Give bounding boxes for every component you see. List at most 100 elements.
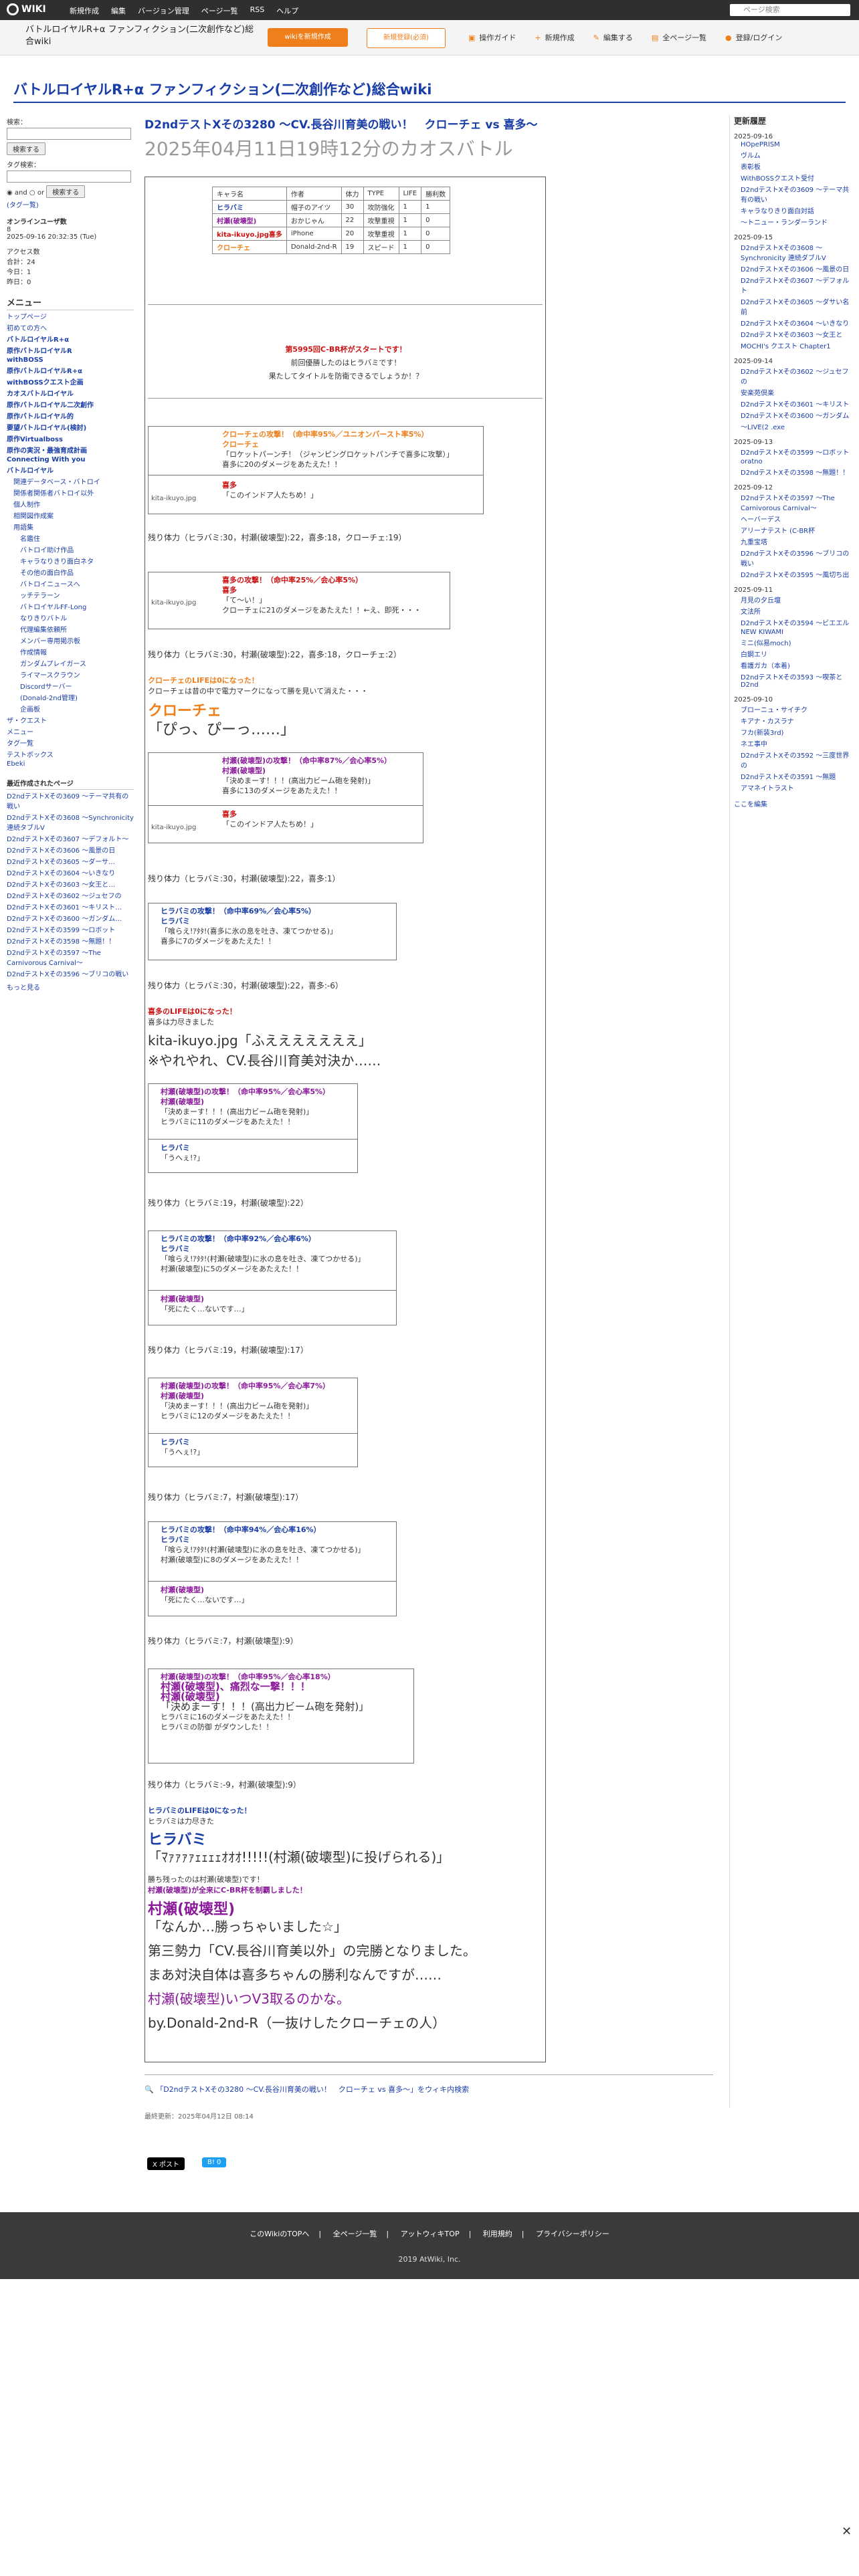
- history-item[interactable]: D2ndテストXその3602 〜ジュセフの: [734, 365, 854, 387]
- recent-more-link[interactable]: もっと見る: [7, 982, 134, 992]
- history-item[interactable]: キャラなりきり面白対話: [734, 205, 854, 216]
- menu-item[interactable]: バトロイ助け作品: [7, 544, 134, 555]
- tag-search-input[interactable]: [7, 171, 131, 183]
- menu-item[interactable]: テストボックス: [7, 748, 134, 760]
- new-link[interactable]: + 新規作成: [535, 32, 574, 43]
- recent-item[interactable]: D2ndテストXその3609 〜テーマ共有の戦い: [7, 790, 134, 811]
- history-item[interactable]: 〜LIVE(2 .exe: [734, 421, 854, 432]
- menu-edit[interactable]: 編集: [111, 5, 126, 16]
- footer-privacy-link[interactable]: プライバシーポリシー: [536, 2230, 609, 2238]
- signup-button[interactable]: 新規登録(必須): [367, 28, 446, 48]
- history-item[interactable]: D2ndテストXその3603 〜女王と: [734, 328, 854, 340]
- menu-item[interactable]: メンバー専用掲示板: [7, 635, 134, 646]
- history-item[interactable]: キアナ・カスラナ: [734, 715, 854, 726]
- menu-item[interactable]: 原作バトルロイヤルR: [7, 344, 134, 356]
- history-item[interactable]: D2ndテストXその3595 〜風切ち出: [734, 568, 854, 580]
- menu-item[interactable]: 代理編集依頼所: [7, 623, 134, 635]
- menu-item[interactable]: なりきりバトル: [7, 612, 134, 623]
- sidebar-search-input[interactable]: [7, 128, 131, 140]
- history-item[interactable]: 文法所: [734, 605, 854, 617]
- page-title[interactable]: バトルロイヤルR+α ファンフィクション(二次創作など)総合wiki: [13, 79, 432, 99]
- history-item[interactable]: D2ndテストXその3593 〜喫茶とD2nd: [734, 671, 854, 689]
- menu-item[interactable]: withBOSSクエスト企画: [7, 376, 134, 387]
- recent-item[interactable]: D2ndテストXその3603 〜女王と…: [7, 878, 134, 889]
- recent-item[interactable]: D2ndテストXその3605 〜ダーサ…: [7, 855, 134, 867]
- recent-item[interactable]: D2ndテストXその3599 〜ロボット: [7, 924, 134, 935]
- history-item[interactable]: 白鋼エリ: [734, 648, 854, 659]
- recent-item[interactable]: D2ndテストXその3604 〜いきなり: [7, 867, 134, 878]
- history-item[interactable]: D2ndテストXその3597 〜The Carnivorous Carnival…: [734, 492, 854, 513]
- history-item[interactable]: D2ndテストXその3598 〜無題！！: [734, 466, 854, 477]
- menu-item[interactable]: 名鑑住: [7, 532, 134, 544]
- recent-item[interactable]: D2ndテストXその3606 〜風景の日: [7, 844, 134, 855]
- menu-item[interactable]: 個人制作: [7, 498, 134, 510]
- tag-cloud-link[interactable]: (タグ一覧): [7, 199, 134, 209]
- menu-item[interactable]: 原作バトルロイヤル二次創作: [7, 399, 134, 410]
- and-radio[interactable]: ◉: [7, 189, 15, 197]
- edit-this-link[interactable]: ここを編集: [734, 798, 854, 809]
- menu-item[interactable]: 関係者関係者バトロイ以外: [7, 487, 134, 498]
- menu-pages[interactable]: ページ一覧: [201, 5, 238, 16]
- history-item[interactable]: D2ndテストXその3608 〜Synchronicity 連続ダブルV: [734, 241, 854, 263]
- menu-item[interactable]: 原作の実況・最強育成計画: [7, 444, 134, 455]
- menu-item[interactable]: カオスバトルロイヤル: [7, 387, 134, 399]
- menu-version[interactable]: バージョン管理: [138, 5, 189, 16]
- history-item[interactable]: MOCHI's クエスト Chapter1: [734, 340, 854, 351]
- site-name[interactable]: バトルロイヤルR+α ファンフィクション(二次創作など)総合wiki: [25, 24, 256, 48]
- history-item[interactable]: 表彰板: [734, 160, 854, 172]
- recent-item[interactable]: D2ndテストXその3608 〜Synchronicity 連続タブルV: [7, 811, 134, 833]
- menu-item[interactable]: Ebeki: [7, 760, 134, 768]
- menu-item[interactable]: 初めての方へ: [7, 322, 134, 333]
- history-item[interactable]: D2ndテストXその3601 〜キリスト: [734, 398, 854, 409]
- history-item[interactable]: ヴルム: [734, 149, 854, 160]
- footer-pages-link[interactable]: 全ページ一覧: [333, 2230, 377, 2238]
- recent-item[interactable]: D2ndテストXその3607 〜デフォルト〜: [7, 833, 134, 844]
- tag-search-button[interactable]: 検索する: [46, 185, 86, 198]
- history-item[interactable]: D2ndテストXその3599 〜ロボット: [734, 446, 854, 457]
- menu-help[interactable]: ヘルプ: [276, 5, 298, 16]
- menu-item[interactable]: 関連データベース・バトロイ: [7, 475, 134, 487]
- menu-new[interactable]: 新規作成: [70, 5, 99, 16]
- menu-item[interactable]: ガンダムプレイガース: [7, 657, 134, 669]
- menu-item[interactable]: バトロイヤルFF-Long: [7, 601, 134, 612]
- create-wiki-button[interactable]: wikiを新規作成: [268, 28, 348, 47]
- recent-item[interactable]: D2ndテストXその3598 〜無題！！: [7, 935, 134, 946]
- page-search-input[interactable]: ページ検索: [730, 4, 850, 16]
- history-item[interactable]: D2ndテストXその3594 〜ビエエル: [734, 617, 854, 628]
- menu-item[interactable]: メニュー: [7, 726, 134, 737]
- recent-item[interactable]: D2ndテストXその3597 〜The Carnivorous Carnival…: [7, 946, 134, 968]
- recent-item[interactable]: D2ndテストXその3601 〜キリスト…: [7, 901, 134, 912]
- history-item[interactable]: 月見の夕丘壇: [734, 594, 854, 605]
- close-icon[interactable]: ✕: [842, 2525, 852, 2539]
- menu-item[interactable]: 作成情報: [7, 646, 134, 657]
- guide-link[interactable]: ▣ 操作ガイド: [468, 32, 516, 43]
- history-item[interactable]: D2ndテストXその3605 〜ダサい名前: [734, 296, 854, 317]
- history-item[interactable]: ミニ(似易moch): [734, 637, 854, 648]
- history-item[interactable]: D2ndテストXその3592 〜三度世界の: [734, 749, 854, 770]
- login-link[interactable]: ● 登録/ログイン: [725, 32, 782, 43]
- history-item[interactable]: ネエ事中: [734, 738, 854, 749]
- history-item[interactable]: D2ndテストXその3607 〜デフォルト: [734, 274, 854, 296]
- menu-item[interactable]: 原作Virtualboss: [7, 433, 134, 444]
- menu-item[interactable]: 企画板: [7, 703, 134, 714]
- history-item[interactable]: 九重宝塔: [734, 536, 854, 547]
- menu-item[interactable]: バトルロイヤルR+α: [7, 333, 134, 344]
- footer-atwiki-link[interactable]: アットウィキTOP: [401, 2230, 460, 2238]
- history-item[interactable]: D2ndテストXその3596 〜ブリコの戦い: [734, 547, 854, 568]
- history-item[interactable]: D2ndテストXその3604 〜いきなり: [734, 317, 854, 328]
- menu-item[interactable]: Discordサーバー: [7, 680, 134, 691]
- hatena-bookmark-button[interactable]: B! 0: [202, 2157, 227, 2167]
- menu-item[interactable]: 用語集: [7, 521, 134, 532]
- footer-terms-link[interactable]: 利用規約: [483, 2230, 512, 2238]
- edit-link[interactable]: ✎ 編集する: [593, 32, 633, 43]
- history-item[interactable]: D2ndテストXその3591 〜無題: [734, 770, 854, 782]
- history-item[interactable]: ブローニュ・サイチク: [734, 704, 854, 715]
- history-item[interactable]: D2ndテストXその3606 〜風景の日: [734, 263, 854, 274]
- history-item[interactable]: ヘーバーデス: [734, 513, 854, 524]
- atwiki-logo[interactable]: WIKI: [7, 3, 46, 15]
- menu-item[interactable]: バトルロイヤル: [7, 464, 134, 475]
- sidebar-search-button[interactable]: 検索する: [7, 142, 45, 155]
- all-pages-link[interactable]: ▤ 全ページ一覧: [652, 32, 706, 43]
- history-item[interactable]: アリーナテスト (C-BR杯: [734, 524, 854, 536]
- menu-item[interactable]: 要望バトルロイヤル(検討): [7, 421, 134, 433]
